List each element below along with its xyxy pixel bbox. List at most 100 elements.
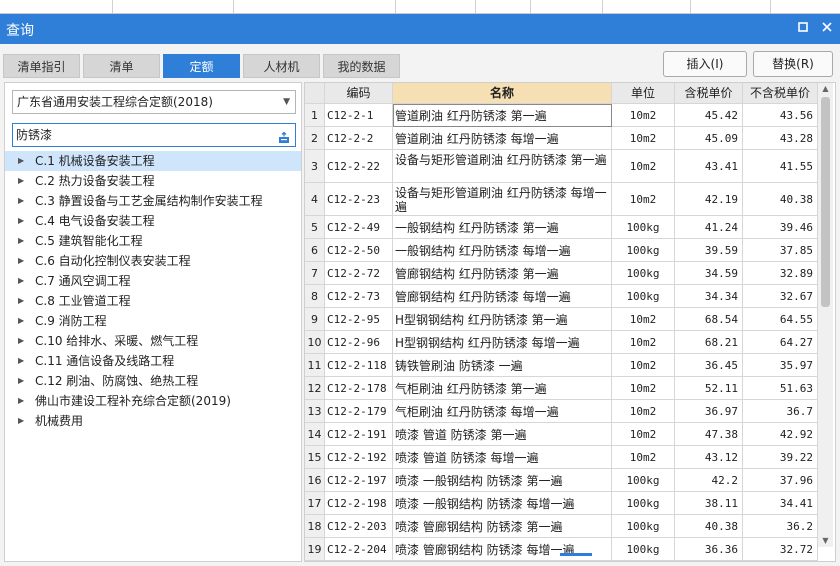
cell-tax-price[interactable]: 68.54 — [675, 308, 743, 331]
replace-button[interactable]: 替换(R) — [753, 51, 833, 77]
cell-tax-price[interactable]: 38.11 — [675, 492, 743, 515]
cell-unit[interactable]: 100kg — [612, 515, 675, 538]
scroll-down-icon[interactable]: ▼ — [818, 535, 833, 547]
cell-unit[interactable]: 100kg — [612, 492, 675, 515]
cell-notax-price[interactable]: 37.85 — [743, 239, 818, 262]
cell-tax-price[interactable]: 36.45 — [675, 354, 743, 377]
cell-code[interactable]: C12-2-49 — [325, 216, 393, 239]
cell-notax-price[interactable]: 32.67 — [743, 285, 818, 308]
cell-unit[interactable]: 10m2 — [612, 423, 675, 446]
cell-unit[interactable]: 100kg — [612, 239, 675, 262]
cell-notax-price[interactable]: 32.89 — [743, 262, 818, 285]
tree-node[interactable]: ▶ C.7 通风空调工程 — [5, 271, 301, 291]
insert-button[interactable]: 插入(I) — [663, 51, 747, 77]
cell-tax-price[interactable]: 40.38 — [675, 515, 743, 538]
cell-name[interactable]: 管道刷油 红丹防锈漆 第一遍 — [393, 104, 612, 127]
cell-unit[interactable]: 10m2 — [612, 331, 675, 354]
cell-notax-price[interactable]: 41.55 — [743, 150, 818, 183]
expand-arrow-icon[interactable]: ▶ — [18, 251, 24, 271]
quota-library-select[interactable]: 广东省通用安装工程综合定额(2018) ▼ — [12, 90, 296, 114]
cell-name[interactable]: 喷漆 管道 防锈漆 每增一遍 — [393, 446, 612, 469]
expand-arrow-icon[interactable]: ▶ — [18, 311, 24, 331]
cell-unit[interactable]: 100kg — [612, 262, 675, 285]
expand-arrow-icon[interactable]: ▶ — [18, 331, 24, 351]
vertical-scrollbar[interactable]: ▲ ▼ — [818, 83, 833, 547]
cell-tax-price[interactable]: 34.59 — [675, 262, 743, 285]
cell-notax-price[interactable]: 32.72 — [743, 538, 818, 561]
expand-arrow-icon[interactable]: ▶ — [18, 151, 24, 171]
horizontal-scroll-indicator[interactable] — [560, 553, 592, 556]
cell-notax-price[interactable]: 42.92 — [743, 423, 818, 446]
close-icon[interactable] — [818, 19, 836, 37]
cell-tax-price[interactable]: 43.12 — [675, 446, 743, 469]
cell-tax-price[interactable]: 41.24 — [675, 216, 743, 239]
cell-notax-price[interactable]: 37.96 — [743, 469, 818, 492]
cell-name[interactable]: 铸铁管刷油 防锈漆 一遍 — [393, 354, 612, 377]
cell-name[interactable]: 设备与矩形管道刷油 红丹防锈漆 每增一遍 — [393, 183, 612, 216]
cell-notax-price[interactable]: 43.56 — [743, 104, 818, 127]
cell-name[interactable]: 气柜刷油 红丹防锈漆 第一遍 — [393, 377, 612, 400]
cell-tax-price[interactable]: 43.41 — [675, 150, 743, 183]
cell-name[interactable]: H型钢钢结构 红丹防锈漆 每增一遍 — [393, 331, 612, 354]
cell-name[interactable]: 气柜刷油 红丹防锈漆 每增一遍 — [393, 400, 612, 423]
cell-notax-price[interactable]: 40.38 — [743, 183, 818, 216]
cell-name[interactable]: 一般钢结构 红丹防锈漆 第一遍 — [393, 216, 612, 239]
column-header-name[interactable]: 名称 — [393, 83, 612, 104]
cell-notax-price[interactable]: 39.46 — [743, 216, 818, 239]
cell-code[interactable]: C12-2-178 — [325, 377, 393, 400]
cell-name[interactable]: 管道刷油 红丹防锈漆 每增一遍 — [393, 127, 612, 150]
tree-node[interactable]: ▶ C.8 工业管道工程 — [5, 291, 301, 311]
cell-name[interactable]: H型钢钢结构 红丹防锈漆 第一遍 — [393, 308, 612, 331]
tree-node[interactable]: ▶ C.1 机械设备安装工程 — [5, 151, 301, 171]
tab-labor-material-machine[interactable]: 人材机 — [243, 54, 320, 78]
cell-notax-price[interactable]: 64.55 — [743, 308, 818, 331]
cell-code[interactable]: C12-2-2 — [325, 127, 393, 150]
cell-code[interactable]: C12-2-192 — [325, 446, 393, 469]
expand-arrow-icon[interactable]: ▶ — [18, 211, 24, 231]
tree-node[interactable]: ▶ C.5 建筑智能化工程 — [5, 231, 301, 251]
cell-name[interactable]: 管廊钢结构 红丹防锈漆 第一遍 — [393, 262, 612, 285]
tree-node[interactable]: ▶ 机械费用 — [5, 411, 301, 431]
cell-notax-price[interactable]: 51.63 — [743, 377, 818, 400]
cell-tax-price[interactable]: 52.11 — [675, 377, 743, 400]
tree-node[interactable]: ▶ C.9 消防工程 — [5, 311, 301, 331]
cell-unit[interactable]: 10m2 — [612, 446, 675, 469]
scroll-up-icon[interactable]: ▲ — [818, 83, 833, 95]
cell-notax-price[interactable]: 36.7 — [743, 400, 818, 423]
cell-notax-price[interactable]: 39.22 — [743, 446, 818, 469]
expand-arrow-icon[interactable]: ▶ — [18, 291, 24, 311]
cell-code[interactable]: C12-2-1 — [325, 104, 393, 127]
cell-code[interactable]: C12-2-95 — [325, 308, 393, 331]
cell-unit[interactable]: 10m2 — [612, 308, 675, 331]
search-input[interactable]: 防锈漆 — [12, 123, 296, 147]
tree-node[interactable]: ▶ C.6 自动化控制仪表安装工程 — [5, 251, 301, 271]
cell-tax-price[interactable]: 42.2 — [675, 469, 743, 492]
cell-notax-price[interactable]: 43.28 — [743, 127, 818, 150]
cell-name[interactable]: 喷漆 管道 防锈漆 第一遍 — [393, 423, 612, 446]
expand-arrow-icon[interactable]: ▶ — [18, 231, 24, 251]
cell-tax-price[interactable]: 45.42 — [675, 104, 743, 127]
column-header-code[interactable]: 编码 — [325, 83, 393, 104]
tree-node[interactable]: ▶ 佛山市建设工程补充综合定额(2019) — [5, 391, 301, 411]
cell-code[interactable]: C12-2-22 — [325, 150, 393, 183]
cell-code[interactable]: C12-2-72 — [325, 262, 393, 285]
cell-unit[interactable]: 10m2 — [612, 377, 675, 400]
tree-node[interactable]: ▶ C.11 通信设备及线路工程 — [5, 351, 301, 371]
cell-tax-price[interactable]: 47.38 — [675, 423, 743, 446]
cell-code[interactable]: C12-2-203 — [325, 515, 393, 538]
cell-notax-price[interactable]: 36.2 — [743, 515, 818, 538]
cell-name[interactable]: 喷漆 一般钢结构 防锈漆 每增一遍 — [393, 492, 612, 515]
cell-code[interactable]: C12-2-23 — [325, 183, 393, 216]
tab-list[interactable]: 清单 — [83, 54, 160, 78]
cell-code[interactable]: C12-2-50 — [325, 239, 393, 262]
cell-tax-price[interactable]: 68.21 — [675, 331, 743, 354]
tree-node[interactable]: ▶ C.12 刷油、防腐蚀、绝热工程 — [5, 371, 301, 391]
cell-code[interactable]: C12-2-197 — [325, 469, 393, 492]
cell-name[interactable]: 设备与矩形管道刷油 红丹防锈漆 第一遍 — [393, 150, 612, 183]
expand-arrow-icon[interactable]: ▶ — [18, 171, 24, 191]
cell-code[interactable]: C12-2-198 — [325, 492, 393, 515]
cell-tax-price[interactable]: 42.19 — [675, 183, 743, 216]
tree-node[interactable]: ▶ C.4 电气设备安装工程 — [5, 211, 301, 231]
cell-name[interactable]: 喷漆 一般钢结构 防锈漆 第一遍 — [393, 469, 612, 492]
cell-notax-price[interactable]: 64.27 — [743, 331, 818, 354]
